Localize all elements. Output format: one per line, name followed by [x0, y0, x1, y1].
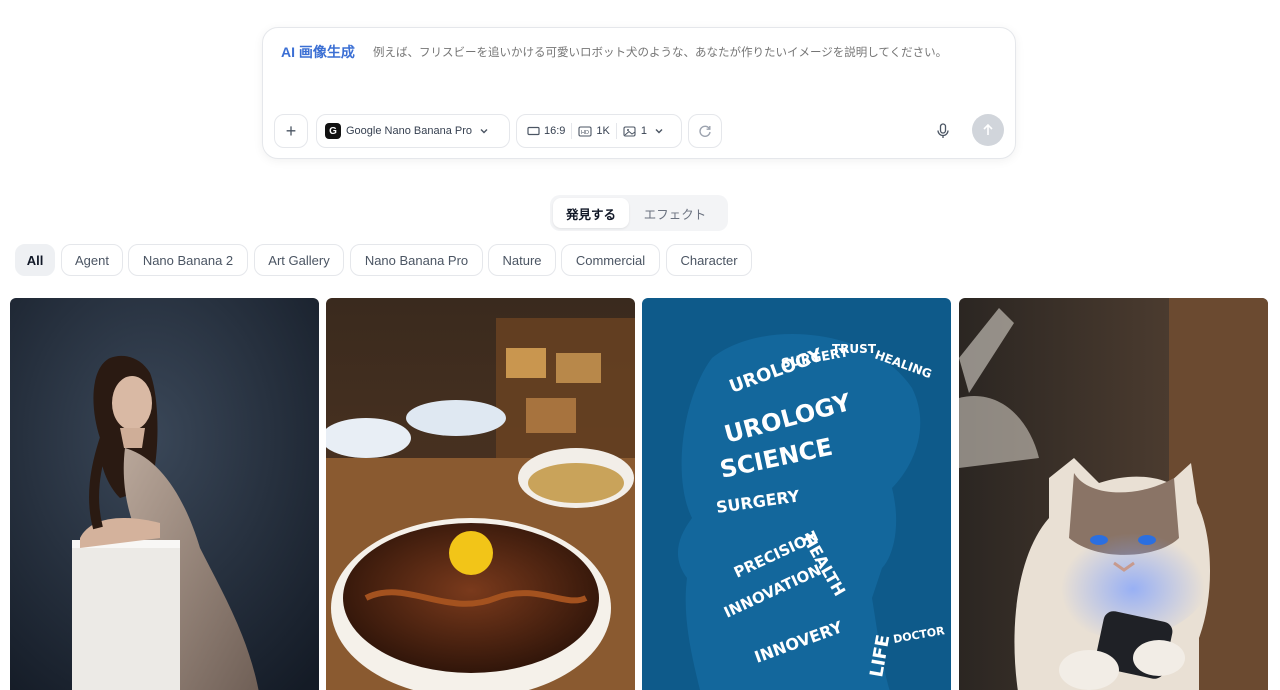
chip-nano-banana-2[interactable]: Nano Banana 2: [128, 244, 248, 276]
view-tabs: 発見する エフェクト: [550, 195, 728, 231]
arrow-up-icon: [983, 123, 993, 135]
microphone-icon: [937, 123, 949, 138]
gallery-card-urology-typography[interactable]: UROLOGY SURGERY TRUST HEALING UROLOGY SC…: [642, 298, 951, 690]
refresh-button[interactable]: [688, 114, 722, 148]
aspect-setting[interactable]: 16:9: [527, 125, 565, 137]
resolution-setting[interactable]: HD 1K: [578, 125, 610, 137]
chip-art-gallery[interactable]: Art Gallery: [254, 244, 344, 276]
chip-agent[interactable]: Agent: [61, 244, 123, 276]
resolution-value: 1K: [596, 125, 610, 137]
chip-all[interactable]: All: [15, 244, 55, 276]
chevron-down-icon: [655, 129, 663, 134]
image-count-icon: [623, 126, 636, 137]
google-logo-icon: G: [325, 123, 341, 139]
image-settings[interactable]: 16:9 HD 1K 1: [516, 114, 682, 148]
chip-nano-banana-pro[interactable]: Nano Banana Pro: [350, 244, 483, 276]
chip-commercial[interactable]: Commercial: [561, 244, 660, 276]
divider: [571, 123, 573, 139]
cat-phone-image: [959, 298, 1268, 690]
urology-typography-image: UROLOGY SURGERY TRUST HEALING UROLOGY SC…: [642, 298, 951, 690]
chip-nature[interactable]: Nature: [488, 244, 556, 276]
prompt-input[interactable]: [373, 41, 1003, 85]
hd-icon: HD: [578, 125, 592, 137]
svg-text:HD: HD: [581, 130, 589, 136]
model-name: Google Nano Banana Pro: [346, 125, 472, 137]
gallery-card-woman-portrait[interactable]: [10, 298, 319, 690]
microphone-button[interactable]: [932, 120, 954, 142]
tab-discover[interactable]: 発見する: [553, 198, 629, 228]
control-row: + G Google Nano Banana Pro 16:9 HD 1K 1: [274, 114, 1004, 148]
beef-rice-bowl-image: [326, 298, 635, 690]
word-trust: TRUST: [832, 342, 877, 356]
chip-character[interactable]: Character: [666, 244, 752, 276]
divider: [615, 123, 617, 139]
send-button[interactable]: [972, 114, 1004, 146]
gallery-card-cat-phone[interactable]: [959, 298, 1268, 690]
add-button[interactable]: +: [274, 114, 308, 148]
model-select[interactable]: G Google Nano Banana Pro: [316, 114, 510, 148]
count-setting[interactable]: 1: [623, 125, 665, 137]
gallery-card-beef-rice-bowl[interactable]: [326, 298, 635, 690]
refresh-icon: [699, 125, 711, 137]
plus-icon: +: [285, 120, 297, 141]
prompt-label: AI 画像生成: [281, 44, 355, 60]
chevron-down-icon: [480, 129, 488, 134]
tab-effects[interactable]: エフェクト: [629, 198, 721, 228]
count-value: 1: [640, 125, 648, 137]
aspect-ratio-icon: [527, 126, 540, 136]
prompt-card: AI 画像生成 + G Google Nano Banana Pro 16:9 …: [262, 27, 1016, 159]
aspect-value: 16:9: [544, 125, 566, 137]
woman-portrait-image: [10, 298, 319, 690]
